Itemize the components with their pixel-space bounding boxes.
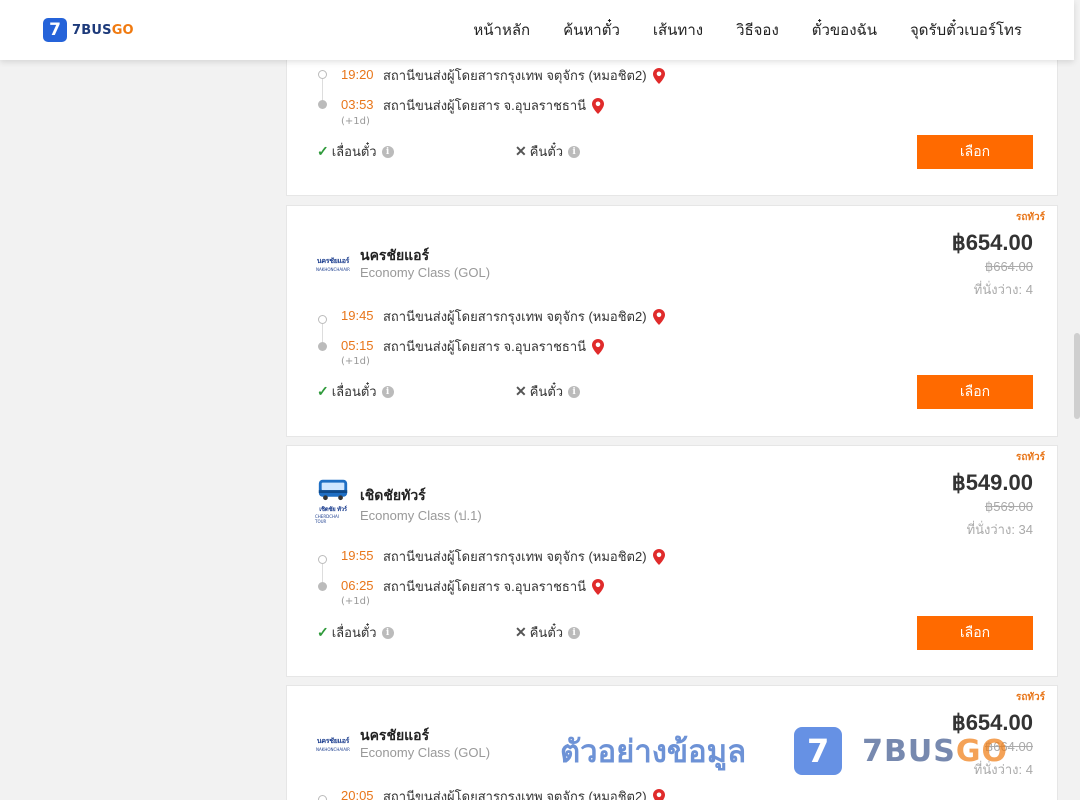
original-price: ฿664.00 [984,739,1033,754]
info-icon[interactable]: i [568,385,581,398]
depart-dot [318,555,327,564]
original-price: ฿569.00 [984,499,1033,514]
select-button[interactable]: เลือก [917,616,1033,650]
info-icon[interactable]: i [381,626,394,639]
bus-type-tag: รถทัวร์ [1015,212,1045,223]
select-button[interactable]: เลือก [917,135,1033,169]
seats-available: ที่นั่งว่าง: 4 [973,282,1033,297]
depart-station: สถานีขนส่งผู้โดยสารกรุงเทพ จตุจักร (หมอช… [383,546,665,567]
arrive-dot [318,582,327,591]
depart-time: 19:45 [341,308,374,323]
arrive-station: สถานีขนส่งผู้โดยสาร จ.อุบลราชธานี [383,336,605,357]
depart-station: สถานีขนส่งผู้โดยสารกรุงเทพ จตุจักร (หมอช… [383,65,665,86]
nav-how-to-book[interactable]: วิธีจอง [736,18,779,42]
cross-icon: ✕ [515,624,527,640]
cross-icon: ✕ [515,383,527,399]
main-nav: หน้าหลัก ค้นหาตั๋ว เส้นทาง วิธีจอง ตั๋วข… [440,0,1022,60]
nav-my-tickets[interactable]: ตั๋วของฉัน [812,18,877,42]
seat-class: Economy Class (GOL) [360,745,491,760]
refund-policy: ✕ คืนตั๋ว i [515,141,581,162]
seats-available: ที่นั่งว่าง: 4 [973,762,1033,777]
arrive-station: สถานีขนส่งผู้โดยสาร จ.อุบลราชธานี [383,576,605,597]
info-icon[interactable]: i [381,145,394,158]
trip-card: รถทัวร์ เชิดชัย ทัวร์ CHERDCHAI TOUR เชิ… [286,445,1058,677]
nav-search-ticket[interactable]: ค้นหาตั๋ว [563,18,620,42]
map-pin-icon[interactable] [592,338,605,355]
check-icon: ✓ [317,383,329,399]
logo-text: 7BUSGO [72,22,134,38]
site-logo[interactable]: 7 7BUSGO [43,18,134,42]
arrive-time: 05:15 [341,338,374,353]
seats-available: ที่นั่งว่าง: 34 [966,522,1033,537]
arrive-dot [318,100,327,109]
bus-type-tag: รถทัวร์ [1015,452,1045,463]
info-icon[interactable]: i [381,385,394,398]
nav-routes[interactable]: เส้นทาง [653,18,703,42]
operator-name: เชิดชัยทัวร์ [360,487,426,503]
bus-type-tag: รถทัวร์ [1015,692,1045,703]
operator-name: นครชัยแอร์ [360,727,430,743]
logo-badge: 7 [43,18,67,42]
arrive-time: 03:53 [341,97,374,112]
depart-time: 19:20 [341,67,374,82]
depart-dot [318,315,327,324]
depart-time: 19:55 [341,548,374,563]
depart-station: สถานีขนส่งผู้โดยสารกรุงเทพ จตุจักร (หมอช… [383,306,665,327]
depart-dot [318,70,327,79]
top-header: 7 7BUSGO หน้าหลัก ค้นหาตั๋ว เส้นทาง วิธี… [0,0,1074,60]
map-pin-icon[interactable] [652,308,665,325]
nav-ticket-pickup[interactable]: จุดรับตั๋วเบอร์โทร [910,18,1022,42]
operator-logo: นครชัยแอร์ NAKHONCHAIAIR [316,257,350,272]
arrive-dot [318,342,327,351]
price: ฿654.00 [951,230,1033,255]
reschedule-policy: ✓ เลื่อนตั๋ว i [317,141,394,162]
original-price: ฿664.00 [984,259,1033,274]
trip-card: รถทัวร์ นครชัยแอร์ NAKHONCHAIAIR นครชัยแอ… [286,685,1058,800]
refund-policy: ✕ คืนตั๋ว i [515,622,581,643]
check-icon: ✓ [317,624,329,640]
select-button[interactable]: เลือก [917,375,1033,409]
arrive-time: 06:25 [341,578,374,593]
arrive-station: สถานีขนส่งผู้โดยสาร จ.อุบลราชธานี [383,95,605,116]
check-icon: ✓ [317,143,329,159]
reschedule-policy: ✓ เลื่อนตั๋ว i [317,381,394,402]
map-pin-icon[interactable] [652,548,665,565]
day-offset: (+1d) [341,116,370,127]
map-pin-icon[interactable] [592,578,605,595]
price: ฿549.00 [951,470,1033,495]
scroll-thumb[interactable] [1074,333,1080,419]
seat-class: Economy Class (GOL) [360,265,491,280]
map-pin-icon[interactable] [652,788,665,800]
nav-home[interactable]: หน้าหลัก [473,18,530,42]
info-icon[interactable]: i [568,145,581,158]
depart-station: สถานีขนส่งผู้โดยสารกรุงเทพ จตุจักร (หมอช… [383,786,665,800]
reschedule-policy: ✓ เลื่อนตั๋ว i [317,622,394,643]
price: ฿654.00 [951,710,1033,735]
operator-name: นครชัยแอร์ [360,247,430,263]
depart-time: 20:05 [341,788,374,800]
depart-dot [318,795,327,800]
operator-logo: เชิดชัย ทัวร์ CHERDCHAI TOUR [315,479,351,524]
operator-logo: นครชัยแอร์ NAKHONCHAIAIR [316,737,350,752]
day-offset: (+1d) [341,596,370,607]
cross-icon: ✕ [515,143,527,159]
info-icon[interactable]: i [568,626,581,639]
map-pin-icon[interactable] [592,97,605,114]
seat-class: Economy Class (ป.1) [360,508,482,523]
page-scrollbar[interactable] [1074,0,1080,800]
trip-card: รถทัวร์ นครชัยแอร์ NAKHONCHAIAIR นครชัยแอ… [286,205,1058,437]
refund-policy: ✕ คืนตั๋ว i [515,381,581,402]
map-pin-icon[interactable] [652,67,665,84]
day-offset: (+1d) [341,356,370,367]
